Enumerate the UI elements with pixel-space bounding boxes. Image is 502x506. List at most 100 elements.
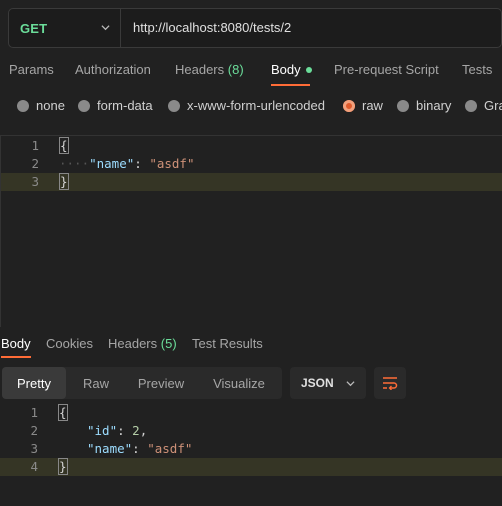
- tab-label: Params: [9, 62, 54, 77]
- line-number: 4: [30, 459, 38, 474]
- radio-graphql[interactable]: Gra: [465, 98, 502, 113]
- radio-icon: [78, 99, 90, 112]
- line-number: 3: [30, 441, 38, 456]
- body-indicator-dot: [305, 66, 312, 73]
- radio-binary[interactable]: binary: [397, 98, 451, 113]
- radio-label: Gra: [484, 98, 502, 113]
- radio-none[interactable]: none: [17, 98, 65, 113]
- code-line: 2 ····"name": "asdf": [1, 155, 502, 173]
- response-tab-body[interactable]: Body: [1, 336, 31, 351]
- tab-headers[interactable]: Headers (8): [175, 62, 244, 77]
- line-number: 1: [31, 138, 39, 153]
- code-line-current: 3 }: [1, 173, 502, 191]
- radio-label: x-www-form-urlencoded: [187, 98, 325, 113]
- code-text: "name": "asdf": [87, 441, 192, 456]
- tab-label: Cookies: [46, 336, 93, 351]
- request-tabs: Params Authorization Headers (8) Body Pr…: [0, 62, 502, 88]
- json-key: "name": [89, 156, 135, 171]
- headers-count: (5): [160, 336, 177, 351]
- tab-params[interactable]: Params: [9, 62, 54, 77]
- json-value: "asdf": [149, 156, 195, 171]
- line-number: 3: [31, 174, 39, 189]
- json-separator: :: [134, 156, 150, 171]
- tab-label: Tests: [462, 62, 493, 77]
- active-tab-underline: [271, 84, 310, 86]
- tab-tests[interactable]: Tests: [462, 62, 492, 77]
- line-number: 2: [30, 423, 38, 438]
- line-number: 2: [31, 156, 39, 171]
- radio-icon: [168, 99, 180, 112]
- code-text: ····"name": "asdf": [59, 156, 194, 171]
- radio-label: raw: [362, 98, 383, 113]
- radio-label: binary: [416, 98, 452, 113]
- view-visualize-button[interactable]: Visualize: [196, 367, 282, 399]
- json-key: "id": [87, 423, 118, 438]
- response-body-viewer[interactable]: 1 { 2 "id": 2, 3 "name": "asdf" 4 }: [0, 404, 502, 506]
- brace: {: [59, 137, 69, 154]
- json-comma: ,: [139, 423, 148, 438]
- json-value: "asdf": [147, 441, 193, 456]
- headers-count: (8): [227, 62, 244, 77]
- response-toolbar: Pretty Raw Preview Visualize JSON: [0, 367, 502, 400]
- line-number: 1: [30, 405, 38, 420]
- response-tab-test-results[interactable]: Test Results: [192, 336, 263, 351]
- tab-label: Headers: [175, 62, 225, 77]
- response-tabs: Body Cookies Headers (5) Test Results: [0, 336, 502, 362]
- brace: }: [58, 458, 68, 475]
- request-body-editor[interactable]: 1 { 2 ····"name": "asdf" 3 }: [0, 135, 502, 327]
- json-value: 2: [132, 423, 140, 438]
- radio-icon: [17, 99, 29, 112]
- method-select[interactable]: GET: [9, 9, 121, 47]
- tab-authorization[interactable]: Authorization: [75, 62, 151, 77]
- radio-raw[interactable]: raw: [343, 98, 383, 113]
- brace: }: [59, 173, 69, 190]
- tab-label: Test Results: [192, 336, 263, 351]
- active-tab-underline: [1, 356, 31, 358]
- tab-label: Body: [271, 62, 301, 77]
- code-text: {: [58, 404, 68, 421]
- radio-form-data[interactable]: form-data: [78, 98, 153, 113]
- format-select[interactable]: JSON: [290, 367, 366, 399]
- tab-label: Pre-request Script: [334, 62, 439, 77]
- radio-icon: [343, 99, 355, 112]
- json-key: "name": [87, 441, 133, 456]
- brace: {: [58, 404, 68, 421]
- url-input[interactable]: http://localhost:8080/tests/2: [133, 20, 291, 35]
- chevron-down-icon: [101, 25, 110, 31]
- wrap-lines-button[interactable]: [374, 367, 406, 399]
- url-bar: GET http://localhost:8080/tests/2: [8, 8, 502, 48]
- code-line: 2 "id": 2,: [0, 422, 502, 440]
- view-preview-button[interactable]: Preview: [126, 367, 196, 399]
- json-separator: :: [132, 441, 148, 456]
- radio-icon: [465, 99, 477, 112]
- format-label: JSON: [301, 376, 334, 390]
- code-line: 1 {: [0, 404, 502, 422]
- tab-body[interactable]: Body: [271, 62, 312, 77]
- view-mode-segment: Pretty Raw Preview Visualize: [2, 367, 282, 399]
- radio-label: form-data: [97, 98, 153, 113]
- body-type-radios: none form-data x-www-form-urlencoded raw…: [0, 98, 502, 118]
- code-line: 1 {: [1, 137, 502, 155]
- code-text: "id": 2,: [87, 423, 147, 438]
- code-text: }: [58, 458, 68, 475]
- radio-x-www-form-urlencoded[interactable]: x-www-form-urlencoded: [168, 98, 325, 113]
- tab-label: Headers: [108, 336, 158, 351]
- code-line: 3 "name": "asdf": [0, 440, 502, 458]
- tab-label: Body: [1, 336, 31, 351]
- tab-pre-request-script[interactable]: Pre-request Script: [334, 62, 439, 77]
- radio-icon: [397, 99, 409, 112]
- tab-label: Authorization: [75, 62, 151, 77]
- response-tab-cookies[interactable]: Cookies: [46, 336, 93, 351]
- json-separator: :: [117, 423, 133, 438]
- view-raw-button[interactable]: Raw: [66, 367, 126, 399]
- whitespace-dots: ····: [59, 156, 90, 171]
- response-tab-headers[interactable]: Headers (5): [108, 336, 177, 351]
- radio-label: none: [36, 98, 65, 113]
- chevron-down-icon: [346, 381, 355, 387]
- code-text: }: [59, 173, 69, 190]
- wrap-lines-icon: [383, 377, 398, 390]
- view-pretty-button[interactable]: Pretty: [2, 367, 66, 399]
- method-label: GET: [20, 20, 48, 36]
- code-line-current: 4 }: [0, 458, 502, 476]
- code-text: {: [59, 137, 69, 154]
